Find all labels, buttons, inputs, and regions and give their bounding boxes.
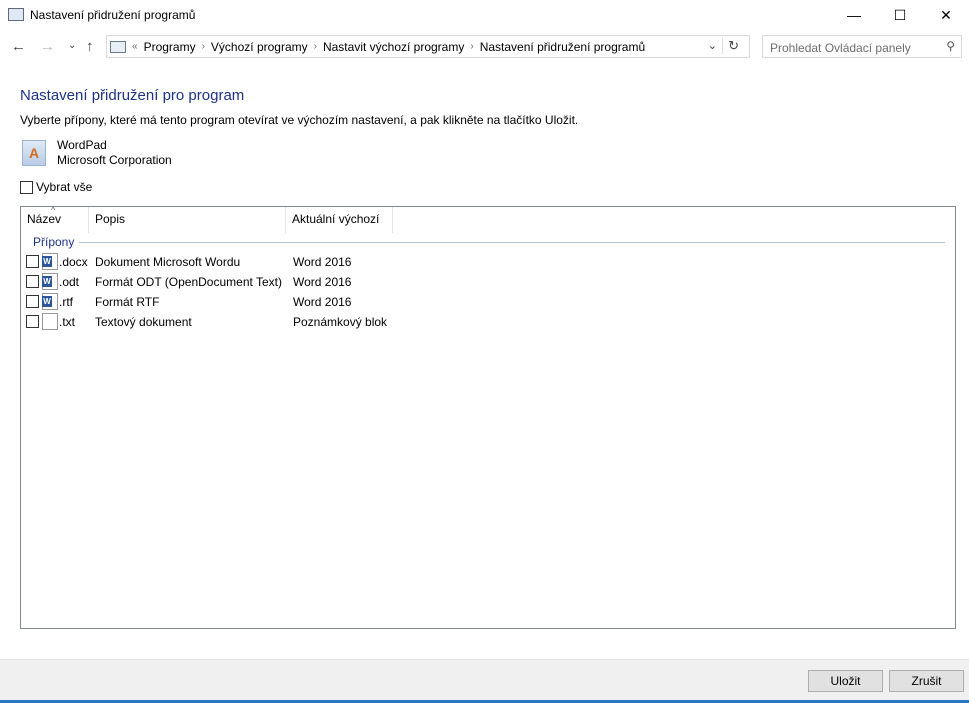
checkbox[interactable] bbox=[26, 275, 39, 288]
search-placeholder: Prohledat Ovládací panely bbox=[770, 41, 911, 55]
search-icon[interactable]: ⚲ bbox=[946, 39, 955, 53]
group-header[interactable]: Přípony bbox=[33, 235, 945, 249]
address-bar[interactable]: « Programy › Výchozí programy › Nastavit v… bbox=[106, 35, 750, 58]
page-title: Nastavení přidružení pro program bbox=[20, 87, 245, 104]
maximize-button[interactable]: ☐ bbox=[877, 0, 923, 30]
control-panel-icon bbox=[8, 8, 24, 21]
extensions-list: ^Název Popis Aktuální výchozí Přípony .d… bbox=[20, 205, 956, 629]
breadcrumb-nastavit-vychozi[interactable]: Nastavit výchozí programy bbox=[323, 40, 464, 54]
word-document-icon bbox=[42, 253, 58, 270]
description: Textový dokument bbox=[95, 315, 192, 329]
word-rtf-icon bbox=[42, 293, 58, 310]
extension: .docx bbox=[59, 255, 88, 269]
checkbox[interactable] bbox=[20, 180, 33, 194]
window-title: Nastavení přidružení programů bbox=[30, 8, 196, 22]
navigation-bar: ← → ⌄ ↑ « Programy › Výchozí programy › Na… bbox=[0, 34, 969, 60]
chevron-down-icon[interactable]: ⌄ bbox=[708, 39, 717, 52]
control-panel-icon bbox=[110, 40, 126, 53]
cancel-button[interactable]: Zrušit bbox=[889, 670, 964, 692]
checkbox[interactable] bbox=[26, 255, 39, 268]
extension: .rtf bbox=[59, 295, 73, 309]
save-button[interactable]: Uložit bbox=[808, 670, 883, 692]
description: Formát ODT (OpenDocument Text) bbox=[95, 275, 282, 289]
current-default: Word 2016 bbox=[293, 295, 352, 309]
program-company: Microsoft Corporation bbox=[57, 153, 172, 167]
breadcrumb-current[interactable]: Nastavení přidružení programů bbox=[480, 40, 645, 54]
select-all-checkbox[interactable]: Vybrat vše bbox=[20, 180, 92, 194]
recent-locations-button[interactable]: ⌄ bbox=[68, 40, 76, 51]
overflow-chevron[interactable]: « bbox=[132, 41, 138, 52]
title-bar: Nastavení přidružení programů — ☐ ✕ bbox=[0, 0, 969, 30]
column-header-name[interactable]: ^ Název bbox=[21, 205, 89, 233]
current-default: Poznámkový blok bbox=[293, 315, 388, 329]
column-header-description[interactable]: Popis bbox=[89, 207, 286, 233]
checkbox[interactable] bbox=[26, 295, 39, 308]
list-item[interactable]: .txt Textový dokument Poznámkový blok bbox=[25, 312, 945, 332]
page-description: Vyberte přípony, které má tento program … bbox=[20, 113, 579, 127]
sort-ascending-icon: ^ bbox=[51, 205, 56, 215]
minimize-button[interactable]: — bbox=[831, 0, 877, 30]
word-odt-icon bbox=[42, 273, 58, 290]
up-button[interactable]: ↑ bbox=[86, 38, 94, 55]
chevron-right-icon: › bbox=[470, 41, 474, 52]
wordpad-icon: A bbox=[22, 140, 46, 166]
chevron-right-icon: › bbox=[201, 41, 205, 52]
search-input[interactable]: Prohledat Ovládací panely ⚲ bbox=[762, 35, 962, 58]
breadcrumb-programy[interactable]: Programy bbox=[144, 40, 196, 54]
description: Dokument Microsoft Wordu bbox=[95, 255, 241, 269]
program-name: WordPad bbox=[57, 138, 107, 152]
extension: .txt bbox=[59, 315, 76, 329]
breadcrumb-vychozi-programy[interactable]: Výchozí programy bbox=[211, 40, 308, 54]
extension: .odt bbox=[59, 275, 80, 289]
text-file-icon bbox=[42, 313, 58, 330]
close-button[interactable]: ✕ bbox=[923, 0, 969, 30]
list-item[interactable]: .rtf Formát RTF Word 2016 bbox=[25, 292, 945, 312]
current-default: Word 2016 bbox=[293, 275, 352, 289]
forward-button[interactable]: → bbox=[40, 38, 55, 55]
select-all-label: Vybrat vše bbox=[36, 180, 93, 194]
current-default: Word 2016 bbox=[293, 255, 352, 269]
column-header-current-default[interactable]: Aktuální výchozí bbox=[286, 207, 393, 233]
footer: Uložit Zrušit bbox=[0, 659, 969, 703]
refresh-icon[interactable]: ↻ bbox=[722, 38, 739, 54]
checkbox[interactable] bbox=[26, 315, 39, 328]
chevron-right-icon: › bbox=[313, 41, 317, 52]
list-item[interactable]: .odt Formát ODT (OpenDocument Text) Word… bbox=[25, 272, 945, 292]
list-item[interactable]: .docx Dokument Microsoft Wordu Word 2016 bbox=[25, 252, 945, 272]
back-button[interactable]: ← bbox=[11, 38, 26, 55]
description: Formát RTF bbox=[95, 295, 160, 309]
